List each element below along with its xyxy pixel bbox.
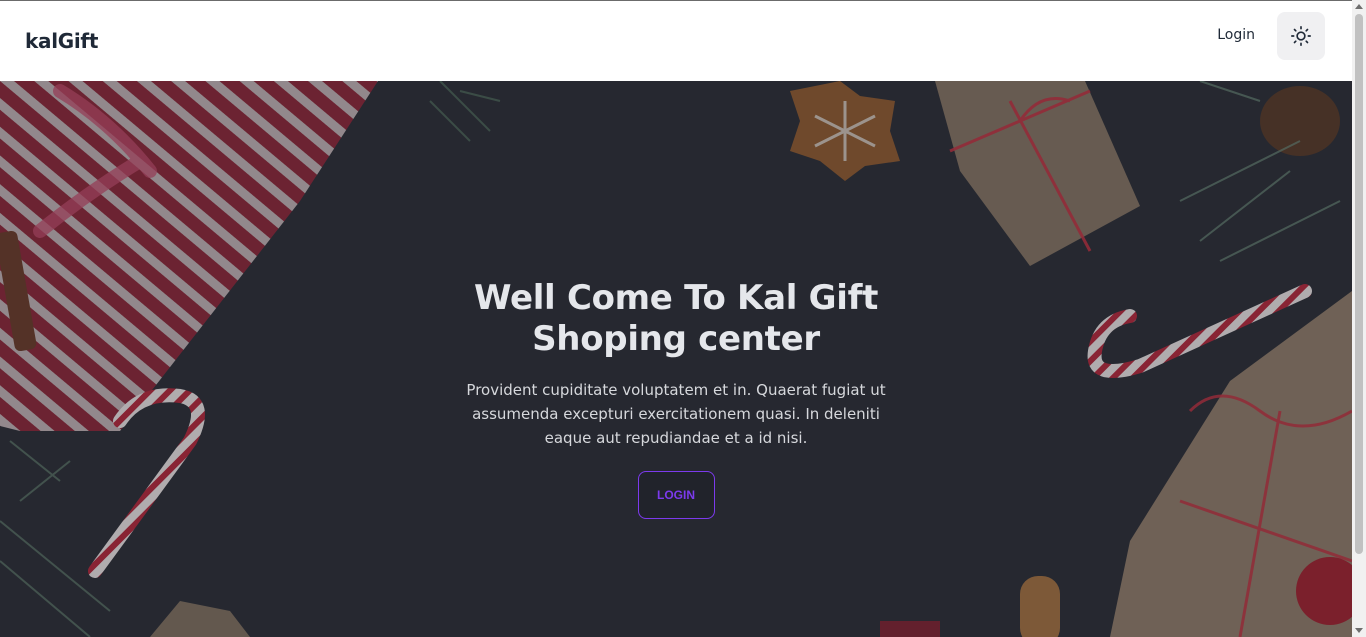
scroll-up-icon[interactable] bbox=[1355, 4, 1363, 9]
navbar: kalGift Login bbox=[0, 0, 1352, 81]
brand-logo[interactable]: kalGift bbox=[25, 29, 98, 53]
nav-login-link[interactable]: Login bbox=[1217, 27, 1255, 43]
hero-login-button[interactable]: LOGIN bbox=[637, 471, 715, 519]
hero-title: Well Come To Kal Gift Shoping center bbox=[473, 278, 879, 359]
hero-description: Provident cupiditate voluptatem et in. Q… bbox=[466, 381, 886, 447]
theme-toggle-button[interactable] bbox=[1277, 12, 1325, 60]
sun-icon bbox=[1291, 26, 1311, 46]
hero-content: Well Come To Kal Gift Shoping center Pro… bbox=[0, 81, 1352, 637]
nav-actions: Login bbox=[1217, 12, 1325, 60]
scroll-down-icon[interactable] bbox=[1355, 628, 1363, 633]
scrollbar-thumb[interactable] bbox=[1355, 14, 1363, 554]
page-scrollbar[interactable] bbox=[1352, 0, 1366, 637]
hero-section: Well Come To Kal Gift Shoping center Pro… bbox=[0, 81, 1352, 637]
